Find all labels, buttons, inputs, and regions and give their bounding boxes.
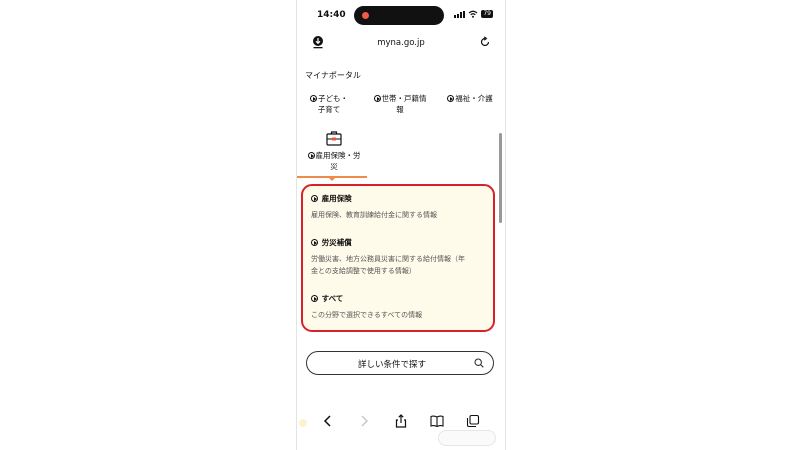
subcategory-workers-compensation[interactable]: 労災補償 労働災害、地方公務員災害に関する給付情報（年 金との支給調整で使用する情… xyxy=(311,237,491,277)
browser-address-bar[interactable]: myna.go.jp xyxy=(297,30,505,56)
search-icon xyxy=(474,358,484,368)
battery-indicator: 79 xyxy=(481,10,493,18)
status-bar: 14:40 79 xyxy=(297,0,505,30)
category-item-welfare[interactable]: 福祉・介護 xyxy=(441,93,499,104)
play-circle-icon xyxy=(311,239,318,246)
breadcrumb[interactable]: マイナポータル xyxy=(305,70,361,81)
category-label-line2: 子育て xyxy=(317,105,341,114)
share-icon[interactable] xyxy=(394,414,408,428)
subcategory-description: 労働災害、地方公務員災害に関する給付情報（年 金との支給調整で使用する情報） xyxy=(311,255,465,275)
subcategory-description: この分野で選択できるすべての情報 xyxy=(311,311,423,319)
url-text[interactable]: myna.go.jp xyxy=(297,38,505,48)
category-label: 雇用保険・労 xyxy=(315,151,361,160)
category-item-employment-selected[interactable]: 雇用保険・労 災 xyxy=(303,130,365,172)
briefcase-icon xyxy=(326,131,342,146)
scrollbar[interactable] xyxy=(499,133,502,223)
bookmarks-icon[interactable] xyxy=(430,414,444,428)
status-icons: 79 xyxy=(454,10,493,18)
subcategory-title: 労災補償 xyxy=(321,238,352,247)
reload-icon[interactable] xyxy=(479,36,491,48)
subcategory-description: 雇用保険、教育訓練給付金に関する情報 xyxy=(311,211,437,219)
play-circle-icon xyxy=(373,95,381,102)
category-item-children[interactable]: 子ども・ 子育て xyxy=(307,93,351,115)
subcategory-title: 雇用保険 xyxy=(321,194,352,203)
forward-icon[interactable] xyxy=(357,414,371,428)
play-circle-icon xyxy=(307,152,315,159)
phone-screen: 14:40 79 myna.go.jp マイナポータル 子ども・ 子育て 世帯・… xyxy=(296,0,506,450)
wifi-icon xyxy=(468,10,478,18)
floating-overlay xyxy=(438,430,496,446)
play-circle-icon xyxy=(311,195,318,202)
category-row: 子ども・ 子育て 世帯・戸籍情 報 福祉・介護 xyxy=(297,93,505,123)
category-label: 世帯・戸籍情 xyxy=(381,94,427,103)
category-label: 福祉・介護 xyxy=(455,94,493,103)
selected-pointer xyxy=(328,177,336,181)
category-label: 子ども・ xyxy=(318,94,348,103)
recording-indicator xyxy=(362,12,369,19)
search-button-label: 詳しい条件で探す xyxy=(357,360,426,370)
play-circle-icon xyxy=(310,95,317,102)
back-icon[interactable] xyxy=(321,414,335,428)
cellular-signal-icon xyxy=(454,10,466,18)
dynamic-island xyxy=(354,6,444,25)
category-label-line2: 報 xyxy=(396,105,404,114)
subcategory-all[interactable]: すべて この分野で選択できるすべての情報 xyxy=(311,293,491,321)
subcategory-panel: 雇用保険 雇用保険、教育訓練給付金に関する情報 労災補償 労働災害、地方公務員災… xyxy=(301,184,495,332)
status-time: 14:40 xyxy=(317,10,346,20)
subcategory-title: すべて xyxy=(321,294,344,303)
detailed-search-button[interactable]: 詳しい条件で探す xyxy=(306,351,494,375)
category-label-line2: 災 xyxy=(330,162,338,171)
tabs-icon[interactable] xyxy=(466,414,480,428)
category-item-household[interactable]: 世帯・戸籍情 報 xyxy=(367,93,433,115)
play-circle-icon xyxy=(447,95,455,102)
subcategory-employment-insurance[interactable]: 雇用保険 雇用保険、教育訓練給付金に関する情報 xyxy=(311,193,491,221)
play-circle-icon xyxy=(311,295,318,302)
